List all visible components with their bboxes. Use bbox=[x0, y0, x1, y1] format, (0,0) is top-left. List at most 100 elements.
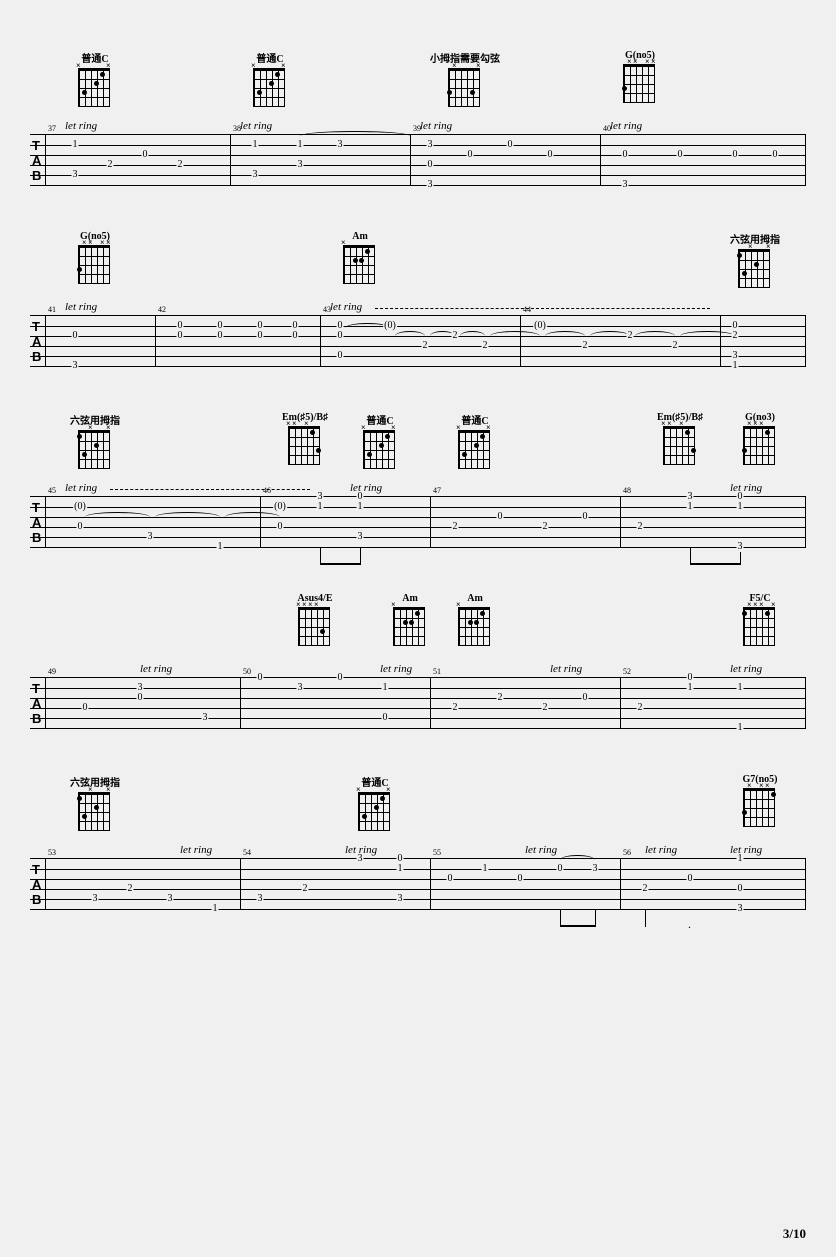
tab-note: 0 bbox=[257, 673, 264, 683]
bar-number: 37 bbox=[48, 124, 56, 133]
let-ring-label: let ring bbox=[610, 120, 642, 132]
tab-note: 3 bbox=[357, 532, 364, 542]
tab-b: B bbox=[32, 168, 41, 183]
tab-note: 0 bbox=[622, 150, 629, 160]
tab-note: 0 bbox=[582, 693, 589, 703]
chord-block: G(no5) ×××× bbox=[610, 50, 670, 105]
tab-note: 1 bbox=[737, 683, 744, 693]
bar-number: 50 bbox=[243, 667, 251, 676]
chord-block: 小拇指需要勾弦 ×× bbox=[420, 50, 510, 109]
bar-number: 46 bbox=[263, 486, 271, 495]
tab-system-4: Asus4/E ×××× Am × bbox=[30, 593, 806, 729]
chord-name: Am bbox=[380, 593, 440, 604]
tab-note: 3 bbox=[92, 894, 99, 904]
chord-name: 六弦用拇指 bbox=[65, 412, 125, 427]
tab-note: 2 bbox=[177, 160, 184, 170]
tab-note: 0 bbox=[337, 673, 344, 683]
let-ring-label: let ring bbox=[730, 663, 762, 675]
tab-note: 0 bbox=[737, 884, 744, 894]
tab-note: 1 bbox=[252, 140, 259, 150]
tab-note: 0 bbox=[517, 874, 524, 884]
chord-diagram: ×× bbox=[458, 431, 492, 471]
tab-b: B bbox=[32, 530, 41, 545]
bar-number: 40 bbox=[603, 124, 611, 133]
tab-note: (0) bbox=[533, 321, 547, 331]
let-ring-label: let ring bbox=[180, 844, 212, 856]
tab-note: 0 bbox=[142, 150, 149, 160]
tab-note: (0) bbox=[73, 502, 87, 512]
tab-note: 2 bbox=[302, 884, 309, 894]
chord-block: 六弦用拇指 ×× bbox=[725, 231, 785, 290]
tab-note: 0 bbox=[217, 331, 224, 341]
tab-note: 1 bbox=[687, 502, 694, 512]
tab-a: A bbox=[32, 696, 41, 711]
bar-number: 39 bbox=[413, 124, 421, 133]
chord-block: 普通C ×× bbox=[240, 50, 300, 109]
chord-diagram: ×× bbox=[78, 69, 112, 109]
tab-note: 1 bbox=[482, 864, 489, 874]
let-ring-dash bbox=[375, 308, 710, 309]
tab-note: 2 bbox=[482, 341, 489, 351]
tab-note: 1 bbox=[737, 854, 744, 864]
tab-staff: T A B 41 42 43 44 0 3 0 0 0 bbox=[30, 315, 806, 367]
let-ring-label: let ring bbox=[330, 301, 362, 313]
chord-name: 六弦用拇指 bbox=[725, 231, 785, 246]
bar-number: 54 bbox=[243, 848, 251, 857]
tab-note: 0 bbox=[82, 703, 89, 713]
chord-name: 小拇指需要勾弦 bbox=[420, 50, 510, 65]
tab-note: (0) bbox=[273, 502, 287, 512]
bar-number: 45 bbox=[48, 486, 56, 495]
tab-note: 3 bbox=[257, 894, 264, 904]
bar-number: 55 bbox=[433, 848, 441, 857]
let-ring-label: let ring bbox=[65, 120, 97, 132]
tab-note: 2 bbox=[642, 884, 649, 894]
tab-note: 2 bbox=[732, 331, 739, 341]
tab-system-1: 普通C ×× 普通C ×× bbox=[30, 50, 806, 186]
chord-block: Am × bbox=[330, 231, 390, 286]
tab-note: 3 bbox=[357, 854, 364, 864]
let-ring-label: let ring bbox=[525, 844, 557, 856]
tab-a: A bbox=[32, 153, 41, 168]
chord-name: 普通C bbox=[65, 50, 125, 65]
chord-block: F5/C ×××× bbox=[730, 593, 790, 648]
let-ring-label: let ring bbox=[380, 663, 412, 675]
let-ring-label: let ring bbox=[730, 482, 762, 494]
chord-block: Asus4/E ×××× bbox=[285, 593, 345, 648]
chord-row: 六弦用拇指 ×× 普通C ×× bbox=[30, 774, 806, 844]
chord-block: G(no3) ××× bbox=[730, 412, 790, 467]
chord-row: G(no5) ×××× Am × 六弦用拇指 bbox=[30, 231, 806, 301]
tab-t: T bbox=[32, 138, 40, 153]
tab-note: 3 bbox=[427, 140, 434, 150]
chord-diagram: ×××× bbox=[623, 65, 657, 105]
tab-note: 2 bbox=[542, 522, 549, 532]
tab-note: 1 bbox=[217, 542, 224, 552]
chord-name: G(no5) bbox=[610, 50, 670, 61]
tab-note: 3 bbox=[622, 180, 629, 190]
tab-note: 1 bbox=[737, 502, 744, 512]
tab-b: B bbox=[32, 349, 41, 364]
tab-note: 0 bbox=[677, 150, 684, 160]
annotations: let ring let ring let ring let ring let … bbox=[30, 844, 806, 858]
chord-diagram: ××× bbox=[743, 427, 777, 467]
tab-note: 1 bbox=[397, 864, 404, 874]
tab-t: T bbox=[32, 681, 40, 696]
chord-diagram: ××× bbox=[743, 789, 777, 829]
tab-note: 0 bbox=[497, 512, 504, 522]
tab-t: T bbox=[32, 862, 40, 877]
tab-note: 2 bbox=[672, 341, 679, 351]
tab-note: 1 bbox=[737, 723, 744, 733]
tab-note: 2 bbox=[637, 522, 644, 532]
tab-note: 0 bbox=[507, 140, 514, 150]
chord-name: 六弦用拇指 bbox=[65, 774, 125, 789]
tab-note: 3 bbox=[737, 904, 744, 914]
tab-note: 0 bbox=[72, 331, 79, 341]
chord-block: Am × bbox=[445, 593, 505, 648]
tab-note: 3 bbox=[72, 361, 79, 371]
tab-note: 0 bbox=[732, 150, 739, 160]
tab-note: 2 bbox=[542, 703, 549, 713]
chord-block: 普通C ×× bbox=[345, 774, 405, 833]
page-number: 3/10 bbox=[783, 1226, 806, 1242]
bar-number: 38 bbox=[233, 124, 241, 133]
chord-block: 普通C ×× bbox=[65, 50, 125, 109]
tab-note: 3 bbox=[297, 160, 304, 170]
